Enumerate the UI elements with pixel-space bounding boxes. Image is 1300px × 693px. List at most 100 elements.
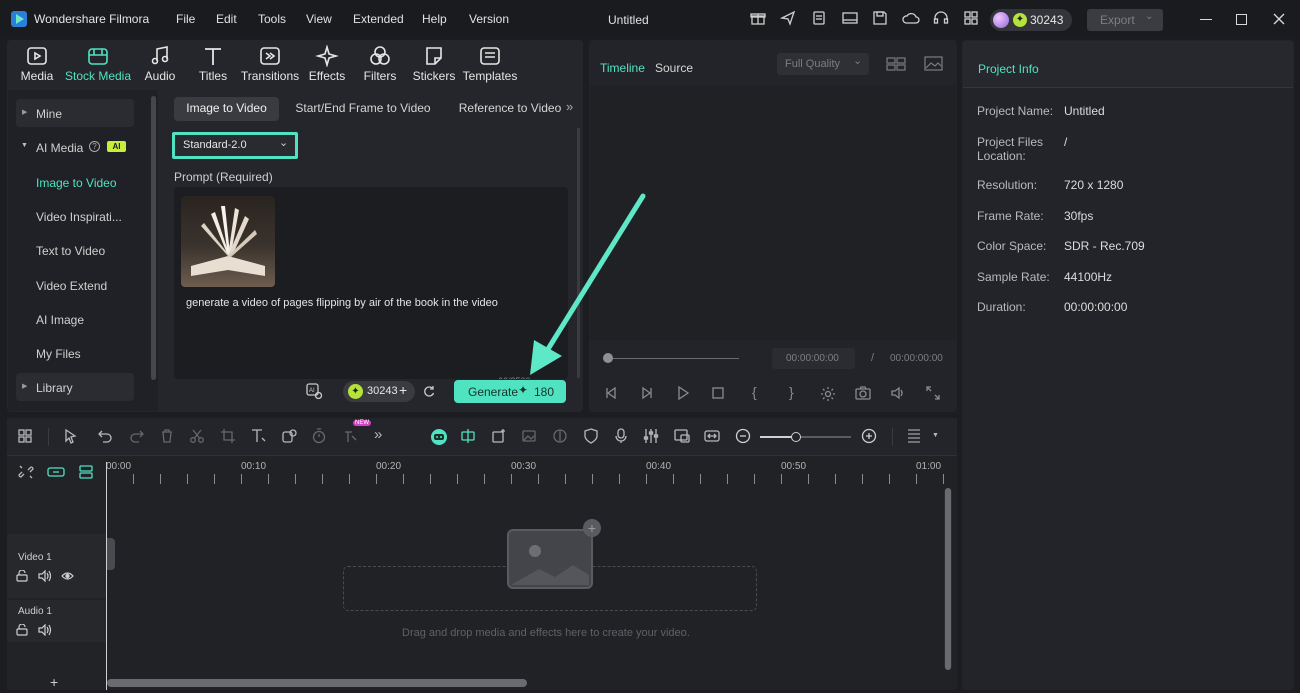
minimize-button[interactable]: [1200, 19, 1212, 20]
image-edit-icon[interactable]: [521, 428, 541, 446]
redo-icon[interactable]: [129, 428, 149, 446]
tab-transitions[interactable]: Transitions: [240, 45, 300, 85]
play-icon[interactable]: [676, 386, 690, 400]
uploaded-image-thumbnail[interactable]: [181, 196, 275, 287]
image-icon[interactable]: [924, 56, 944, 72]
subtab-start-end-frame[interactable]: Start/End Frame to Video: [293, 97, 433, 121]
lock-icon[interactable]: [16, 624, 28, 636]
tab-titles[interactable]: Titles: [185, 45, 241, 85]
speaker-icon[interactable]: [38, 624, 52, 636]
volume-icon[interactable]: [890, 386, 906, 400]
more-tabs-icon[interactable]: »: [566, 99, 573, 114]
shape-mask-icon[interactable]: [281, 428, 301, 446]
help-icon[interactable]: ?: [89, 141, 100, 152]
sidebar-item-video-extend[interactable]: Video Extend: [36, 279, 107, 293]
send-icon[interactable]: [780, 10, 800, 30]
model-select[interactable]: Standard-2.0 ⌄: [172, 132, 298, 159]
tab-templates[interactable]: Templates: [461, 45, 519, 85]
close-icon[interactable]: [1272, 12, 1286, 26]
select-arrow-icon[interactable]: [63, 428, 83, 446]
tab-stickers[interactable]: Stickers: [406, 45, 462, 85]
undo-icon[interactable]: [97, 428, 117, 446]
scroll-thumb[interactable]: [945, 488, 951, 670]
ai-robot-icon[interactable]: [429, 428, 449, 446]
stop-icon[interactable]: [711, 386, 725, 400]
cloud-icon[interactable]: [902, 10, 922, 30]
tab-media[interactable]: Media: [9, 45, 65, 85]
snapshot-camera-icon[interactable]: [855, 386, 871, 400]
settings-gear-icon[interactable]: [820, 386, 836, 402]
menu-tools[interactable]: Tools: [258, 12, 286, 26]
eye-icon[interactable]: [61, 571, 74, 581]
microphone-icon[interactable]: [613, 428, 633, 446]
timeline-playhead[interactable]: [106, 462, 107, 690]
ai-tool-icon[interactable]: NEW: [342, 420, 371, 446]
speaker-icon[interactable]: [38, 570, 52, 582]
sidebar-item-ai-media[interactable]: ▼ AI Media ? AI: [16, 133, 134, 161]
sidebar-item-video-inspiration[interactable]: Video Inspirati...: [36, 210, 122, 224]
credits-button[interactable]: ✦ 30243 +: [343, 381, 415, 402]
refresh-icon[interactable]: [422, 384, 436, 398]
prompt-box[interactable]: generate a video of pages flipping by ai…: [174, 187, 568, 379]
more-tools-icon[interactable]: »: [374, 426, 394, 444]
next-frame-icon[interactable]: [640, 386, 654, 400]
subtab-reference-to-video[interactable]: Reference to Video: [458, 97, 562, 121]
subtab-image-to-video[interactable]: Image to Video: [174, 97, 279, 121]
mark-out-icon[interactable]: }: [789, 384, 794, 400]
grid-view-icon[interactable]: [886, 56, 906, 72]
menu-help[interactable]: Help: [422, 12, 447, 26]
sidebar-item-library[interactable]: ▶ Library: [16, 373, 134, 401]
delete-icon[interactable]: [159, 428, 179, 446]
timeline-vertical-scrollbar[interactable]: [944, 488, 952, 670]
sidebar-item-image-to-video[interactable]: Image to Video: [36, 176, 117, 190]
track-manager-icon[interactable]: [78, 464, 94, 480]
document-icon[interactable]: [811, 10, 831, 30]
sidebar-scrollbar[interactable]: [151, 96, 156, 380]
tab-audio[interactable]: Audio: [132, 45, 188, 85]
scissors-icon[interactable]: [189, 428, 209, 446]
tab-timeline[interactable]: Timeline: [600, 61, 645, 75]
caret-down-icon[interactable]: ▼: [932, 432, 939, 439]
headset-icon[interactable]: [933, 10, 953, 30]
add-track-plus-icon[interactable]: +: [50, 674, 58, 690]
zoom-out-icon[interactable]: [735, 428, 755, 446]
shield-icon[interactable]: [583, 428, 603, 446]
save-icon[interactable]: [872, 10, 892, 30]
sidebar-item-my-files[interactable]: My Files: [36, 347, 81, 361]
snap-icon[interactable]: [460, 428, 480, 446]
menu-version[interactable]: Version: [469, 12, 509, 26]
menu-extended[interactable]: Extended: [353, 12, 404, 26]
link-break-icon[interactable]: [18, 464, 34, 480]
apps-grid-icon[interactable]: [963, 10, 983, 30]
tab-effects[interactable]: Effects: [299, 45, 355, 85]
layout-icon[interactable]: [842, 10, 862, 30]
sidebar-item-ai-image[interactable]: AI Image: [36, 313, 84, 327]
export-button[interactable]: Export ⌄: [1087, 9, 1163, 31]
timeline-horizontal-scrollbar[interactable]: [107, 679, 527, 687]
menu-view[interactable]: View: [306, 12, 332, 26]
fullscreen-icon[interactable]: [926, 386, 940, 400]
color-match-icon[interactable]: [552, 428, 572, 446]
layout-grid-icon[interactable]: [17, 428, 37, 446]
generate-button[interactable]: Generate ✦ 180: [454, 380, 566, 403]
tab-stock-media[interactable]: Stock Media: [64, 45, 132, 85]
menu-file[interactable]: File: [176, 12, 195, 26]
crop-icon[interactable]: [220, 428, 240, 446]
prev-frame-icon[interactable]: [604, 386, 618, 400]
sidebar-item-text-to-video[interactable]: Text to Video: [36, 244, 105, 258]
audio-mixer-icon[interactable]: [643, 428, 663, 446]
maximize-button[interactable]: [1236, 14, 1247, 25]
picture-in-picture-icon[interactable]: [674, 428, 694, 446]
gift-icon[interactable]: [750, 10, 770, 30]
add-track-icon[interactable]: [491, 428, 511, 446]
ai-settings-icon[interactable]: AI: [305, 382, 323, 400]
tab-source[interactable]: Source: [655, 61, 693, 75]
track-collapse-handle[interactable]: [106, 538, 115, 570]
zoom-slider[interactable]: [760, 432, 851, 442]
link-clips-icon[interactable]: [47, 464, 65, 480]
speed-timer-icon[interactable]: [311, 428, 331, 446]
credits-pill[interactable]: ✦ 30243: [990, 9, 1072, 31]
track-height-icon[interactable]: [906, 428, 926, 446]
tab-filters[interactable]: Filters: [352, 45, 408, 85]
text-tool-icon[interactable]: [250, 428, 270, 446]
